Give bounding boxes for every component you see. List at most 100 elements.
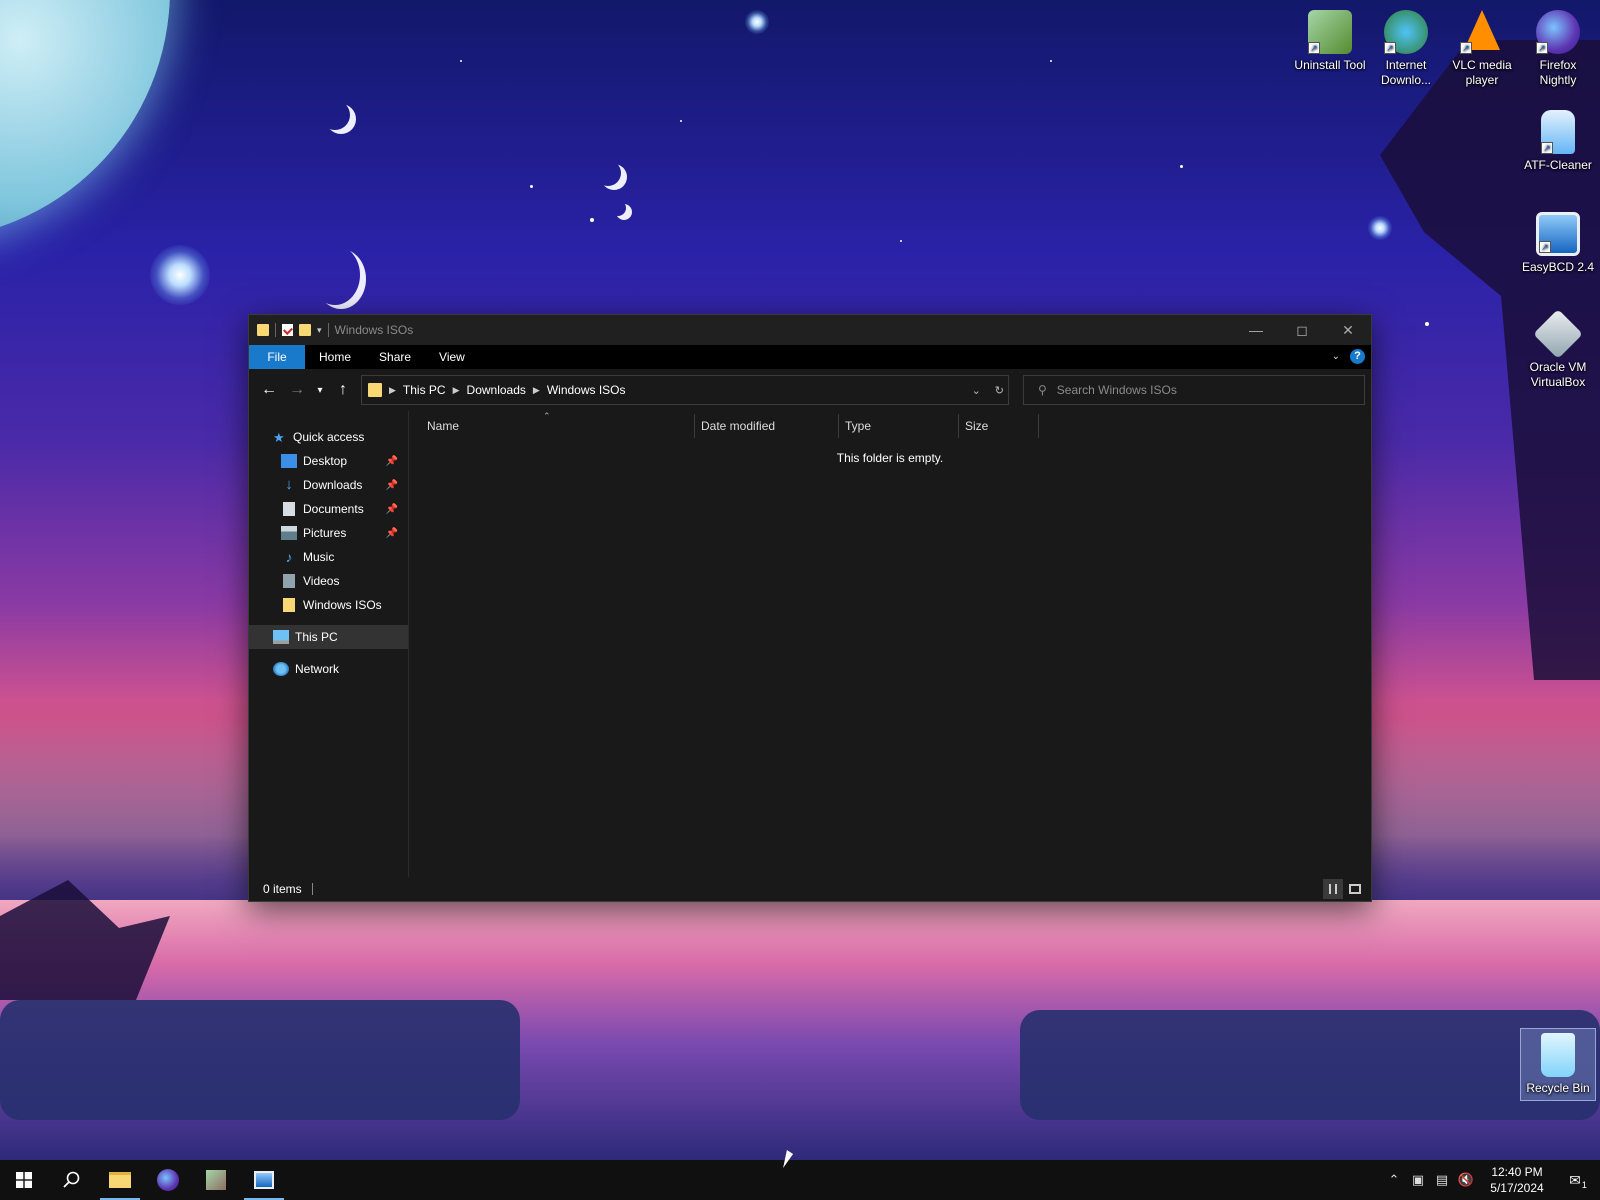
nav-item-music[interactable]: ♪ Music [249, 545, 408, 569]
nav-item-desktop[interactable]: Desktop 📌 [249, 449, 408, 473]
empty-folder-message: This folder is empty. [836, 451, 944, 465]
pin-icon[interactable]: 📌 [386, 504, 398, 515]
show-hidden-icons-chevron-icon[interactable]: ⌃ [1382, 1160, 1406, 1200]
clock[interactable]: 12:40 PM 5/17/2024 [1478, 1164, 1556, 1196]
system-tray: ⌃ ▣ ▤ 🔇 12:40 PM 5/17/2024 ✉ 1 [1382, 1160, 1600, 1200]
forward-button[interactable]: → [283, 376, 311, 404]
volume-muted-icon[interactable]: 🔇 [1454, 1160, 1478, 1200]
tab-file[interactable]: File [249, 345, 305, 369]
tab-share[interactable]: Share [365, 345, 425, 369]
star-glow [745, 10, 769, 34]
nav-item-label: Quick access [293, 430, 365, 444]
nav-quick-access[interactable]: ★ Quick access [249, 425, 408, 449]
column-header-size[interactable]: Size [959, 414, 1039, 438]
properties-icon[interactable] [282, 324, 293, 336]
recycle-bin-icon [1541, 1033, 1575, 1077]
search-button[interactable] [48, 1160, 96, 1200]
nav-item-pictures[interactable]: Pictures 📌 [249, 521, 408, 545]
taskbar-archive-app[interactable] [192, 1160, 240, 1200]
large-icons-view-button[interactable] [1345, 879, 1365, 899]
customize-toolbar-dropdown-icon[interactable]: ▾ [317, 325, 322, 336]
shore-rocks [0, 1000, 520, 1120]
column-header-date-modified[interactable]: Date modified [695, 414, 839, 438]
desktop-icon-label: Uninstall Tool [1294, 58, 1366, 72]
address-bar[interactable]: ▶ This PC ▶ Downloads ▶ Windows ISOs ⌄ ↻ [361, 375, 1009, 405]
breadcrumb-this-pc[interactable]: This PC [403, 383, 446, 397]
meet-now-icon[interactable]: ▣ [1406, 1160, 1430, 1200]
tab-home[interactable]: Home [305, 345, 365, 369]
nav-item-windows-isos[interactable]: Windows ISOs [249, 593, 408, 617]
toolbar-divider [327, 323, 329, 337]
desktop-icon-recycle-bin[interactable]: Recycle Bin [1520, 1028, 1596, 1101]
easybcd-icon: ↗ [1536, 212, 1580, 256]
status-divider [311, 883, 313, 895]
nav-item-label: Windows ISOs [303, 598, 382, 612]
desktop-icon-label: ATF-Cleaner [1524, 158, 1592, 172]
taskbar-firefox-nightly[interactable] [144, 1160, 192, 1200]
help-icon[interactable]: ? [1350, 349, 1365, 364]
nav-this-pc[interactable]: This PC [249, 625, 408, 649]
clock-date: 5/17/2024 [1490, 1181, 1544, 1195]
desktop-icon-firefox-nightly[interactable]: ↗ Firefox Nightly [1520, 10, 1596, 88]
nav-item-label: Music [303, 550, 335, 564]
breadcrumb-downloads[interactable]: Downloads [467, 383, 526, 397]
breadcrumb-windows-isos[interactable]: Windows ISOs [547, 383, 626, 397]
desktop-icon-easybcd[interactable]: ↗ EasyBCD 2.4 [1520, 212, 1596, 275]
vlc-icon: ↗ [1460, 10, 1504, 54]
navigation-pane[interactable]: ★ Quick access Desktop 📌 ↓ Downloads 📌 D… [249, 411, 409, 879]
up-button[interactable]: ↑ [329, 376, 357, 404]
desktop-icon-atf-cleaner[interactable]: ↗ ATF-Cleaner [1520, 110, 1596, 173]
nav-network[interactable]: Network [249, 657, 408, 681]
start-button[interactable] [0, 1160, 48, 1200]
expand-ribbon-chevron-icon[interactable]: ⌄ [1332, 351, 1340, 362]
nav-item-videos[interactable]: Videos [249, 569, 408, 593]
pictures-folder-icon [281, 526, 297, 540]
desktop-icon-virtualbox[interactable]: Oracle VM VirtualBox [1520, 309, 1596, 390]
breadcrumb-separator[interactable]: ▶ [533, 385, 540, 396]
column-header-name[interactable]: Name [421, 414, 695, 438]
nav-item-label: Videos [303, 574, 340, 588]
back-button[interactable]: ← [255, 376, 283, 404]
navigation-bar: ← → ▾ ↑ ▶ This PC ▶ Downloads ▶ Windows … [249, 369, 1371, 411]
pin-icon[interactable]: 📌 [386, 528, 398, 539]
details-view-button[interactable] [1323, 879, 1343, 899]
refresh-icon[interactable]: ↻ [995, 384, 1004, 397]
search-input[interactable] [1056, 383, 1347, 397]
new-folder-icon[interactable] [299, 324, 311, 336]
file-explorer-window[interactable]: ▾ Windows ISOs — ◻ ✕ File Home Share Vie… [248, 314, 1372, 902]
moon-decoration [595, 160, 621, 186]
computer-icon [273, 630, 289, 644]
network-status-icon[interactable]: ▤ [1430, 1160, 1454, 1200]
column-header-type[interactable]: Type [839, 414, 959, 438]
recent-locations-dropdown[interactable]: ▾ [311, 376, 329, 404]
desktop-icon-uninstall-tool[interactable]: ↗ Uninstall Tool [1292, 10, 1368, 73]
desktop-icon-internet-download-manager[interactable]: ↗ Internet Downlo... [1368, 10, 1444, 88]
breadcrumb-separator: ▶ [389, 384, 396, 395]
taskbar-file-explorer[interactable] [96, 1160, 144, 1200]
pin-icon[interactable]: 📌 [386, 480, 398, 491]
maximize-button[interactable]: ◻ [1279, 315, 1325, 345]
address-history-chevron-icon[interactable]: ⌄ [972, 384, 981, 397]
nav-item-downloads[interactable]: ↓ Downloads 📌 [249, 473, 408, 497]
file-list-view[interactable]: ⌃ Name Date modified Type Size This fold… [409, 411, 1371, 879]
tab-view[interactable]: View [425, 345, 479, 369]
desktop-icon-vlc[interactable]: ↗ VLC media player [1444, 10, 1520, 88]
breadcrumb-separator[interactable]: ▶ [453, 385, 460, 396]
desktop-icon-label: Firefox Nightly [1539, 58, 1577, 87]
videos-folder-icon [283, 574, 295, 588]
explorer-body: ★ Quick access Desktop 📌 ↓ Downloads 📌 D… [249, 411, 1371, 879]
archive-app-icon [206, 1170, 226, 1190]
caption-buttons: — ◻ ✕ [1233, 315, 1371, 345]
ribbon-tabs: File Home Share View ⌄ ? [249, 345, 1371, 369]
minimize-button[interactable]: — [1233, 315, 1279, 345]
nav-item-documents[interactable]: Documents 📌 [249, 497, 408, 521]
desktop-icon-label: VLC media player [1452, 58, 1512, 87]
close-button[interactable]: ✕ [1325, 315, 1371, 345]
star [530, 185, 533, 188]
pin-icon[interactable]: 📌 [386, 456, 398, 467]
search-box[interactable]: ⚲ [1023, 375, 1365, 405]
taskbar-easybcd[interactable] [240, 1160, 288, 1200]
notifications-button[interactable]: ✉ 1 [1556, 1160, 1600, 1200]
title-bar[interactable]: ▾ Windows ISOs — ◻ ✕ [249, 315, 1371, 345]
nav-item-label: This PC [295, 630, 338, 644]
